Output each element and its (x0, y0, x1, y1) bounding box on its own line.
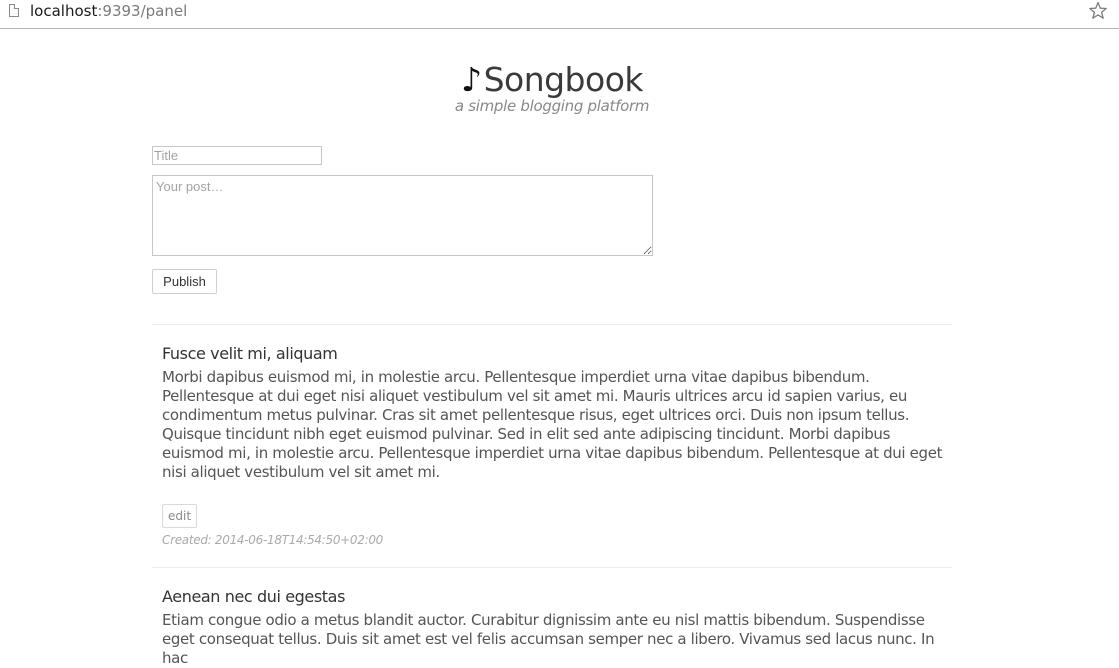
post-textarea[interactable] (152, 175, 653, 256)
site-title[interactable]: ♪Songbook (152, 60, 952, 100)
post-title: Aenean nec dui egestas (162, 587, 346, 606)
post-created-timestamp: Created: 2014-06-18T14:54:50+02:00 (162, 533, 384, 547)
post-title: Fusce velit mi, aliquam (162, 344, 338, 363)
site-title-text: Songbook (483, 60, 644, 99)
star-icon[interactable] (1088, 0, 1108, 22)
divider (152, 567, 952, 568)
title-input[interactable] (152, 146, 322, 165)
address-bar[interactable]: localhost:9393/panel (0, 0, 1119, 29)
url-text[interactable]: localhost:9393/panel (30, 2, 187, 20)
divider (152, 324, 952, 325)
post-item: Fusce velit mi, aliquam Morbi dapibus eu… (162, 344, 947, 548)
post-body: Morbi dapibus euismod mi, in molestie ar… (162, 368, 943, 481)
site-tagline: a simple blogging platform (454, 97, 650, 115)
site-header: ♪Songbook a simple blogging platform (152, 60, 952, 116)
music-note-icon: ♪ (461, 60, 482, 99)
edit-button[interactable]: edit (162, 504, 198, 528)
url-host: localhost (30, 2, 98, 20)
page-icon (9, 4, 19, 17)
publish-button[interactable]: Publish (152, 269, 217, 294)
post-item: Aenean nec dui egestas Etiam congue odio… (162, 587, 947, 668)
url-path: :9393/panel (97, 2, 188, 20)
